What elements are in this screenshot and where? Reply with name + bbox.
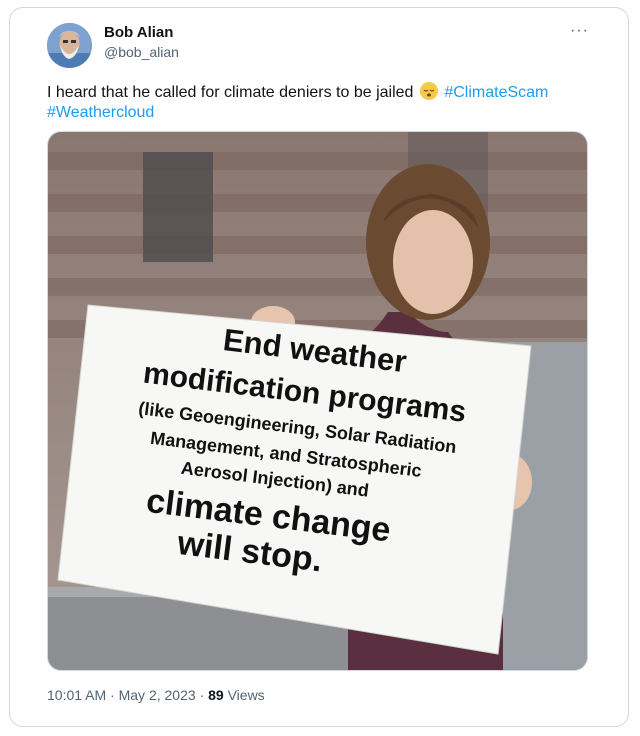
avatar[interactable] [47,23,92,68]
tweet-body: I heard that he called for climate denie… [47,84,414,101]
meta-separator-1: · [110,687,115,703]
tweet-meta: 10:01 AM · May 2, 2023 · 89 Views [47,687,265,703]
author-handle[interactable]: @bob_alian [104,44,179,60]
tweet-photo[interactable]: End weather modification programs (like … [47,131,588,671]
hashtag-climatescam[interactable]: #ClimateScam [444,84,548,101]
author-name[interactable]: Bob Alian [104,24,173,41]
views-label: Views [227,687,265,703]
meta-separator-2: · [199,687,205,703]
tweet-text: I heard that he called for climate denie… [47,82,592,123]
sleeping-face-emoji [419,82,438,100]
hashtag-weathercloud[interactable]: #Weathercloud [47,104,154,121]
views-count: 89 [208,687,224,703]
more-horizontal-icon[interactable]: ··· [570,22,589,40]
tweet-time[interactable]: 10:01 AM [47,687,106,703]
tweet-date[interactable]: May 2, 2023 [119,687,196,703]
